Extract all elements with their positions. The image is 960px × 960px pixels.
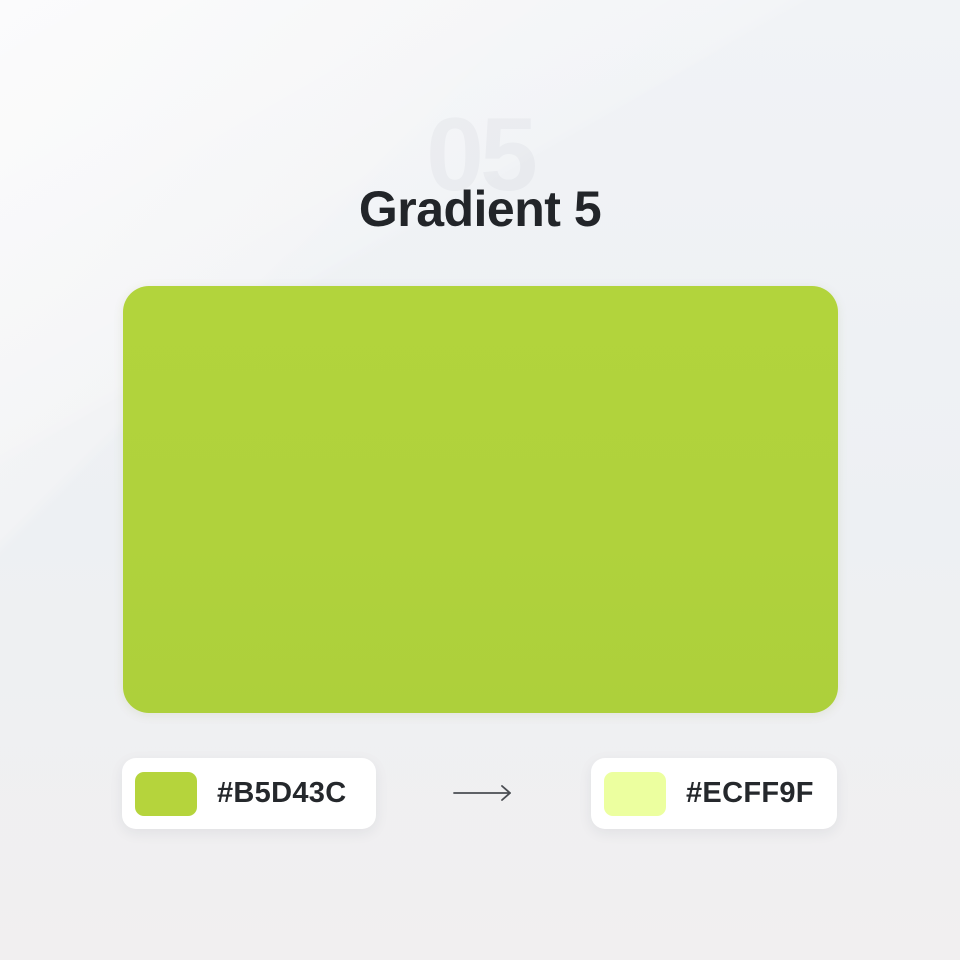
- start-color-sample: [135, 771, 197, 816]
- end-color-label: #ECFF9F: [686, 777, 814, 809]
- arrow-right-icon: [453, 785, 511, 801]
- end-color-sample: [604, 771, 666, 816]
- gradient-title: Gradient 5: [358, 181, 602, 237]
- end-color-chip: #ECFF9F: [591, 758, 837, 829]
- start-color-chip: #B5D43C: [122, 758, 376, 829]
- gradient-swatch: [123, 286, 838, 713]
- start-color-label: #B5D43C: [217, 777, 347, 809]
